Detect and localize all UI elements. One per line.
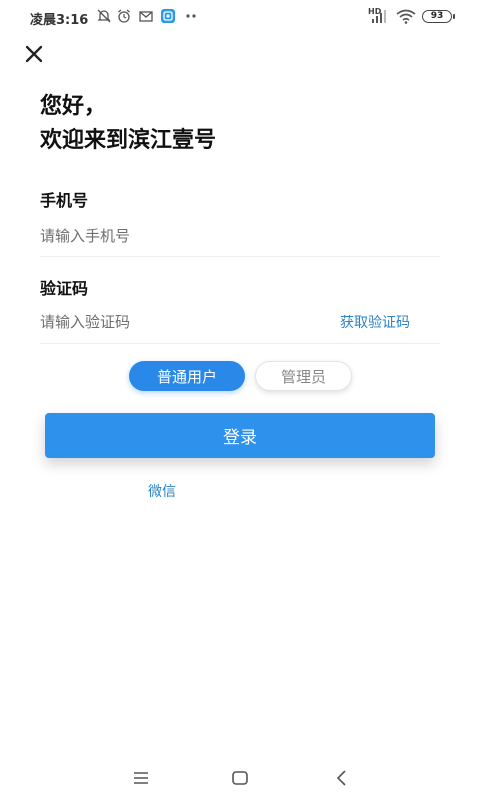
close-icon[interactable] xyxy=(20,40,48,68)
home-icon[interactable] xyxy=(227,766,253,790)
battery-icon: 93 xyxy=(422,10,455,23)
status-time: 凌晨3:16 xyxy=(30,13,89,28)
back-icon[interactable] xyxy=(329,766,355,790)
code-input[interactable] xyxy=(40,306,320,338)
greeting-title: 您好， xyxy=(40,94,107,119)
get-code-button[interactable]: 获取验证码 xyxy=(340,312,410,332)
welcome-title: 欢迎来到滨江壹号 xyxy=(40,128,217,153)
role-admin-button[interactable]: 管理员 xyxy=(255,361,352,391)
phone-label: 手机号 xyxy=(40,191,89,210)
code-divider xyxy=(40,343,440,344)
phone-input[interactable] xyxy=(40,220,330,252)
wifi-icon xyxy=(396,9,416,24)
mail-icon xyxy=(139,11,153,22)
bell-muted-icon xyxy=(97,9,111,23)
app-notification-icon xyxy=(161,9,175,23)
battery-level: 93 xyxy=(430,11,444,21)
alarm-icon xyxy=(118,9,130,23)
code-label: 验证码 xyxy=(40,279,89,298)
menu-icon[interactable] xyxy=(128,766,154,790)
signal-icon xyxy=(372,10,386,23)
role-user-button[interactable]: 普通用户 xyxy=(129,361,245,391)
phone-divider xyxy=(40,256,440,257)
more-dots-icon xyxy=(186,14,196,18)
wechat-login-link[interactable]: 微信 xyxy=(148,481,176,501)
login-button[interactable]: 登录 xyxy=(45,413,435,458)
status-bar: 凌晨3:16 HD 93 xyxy=(0,0,480,34)
